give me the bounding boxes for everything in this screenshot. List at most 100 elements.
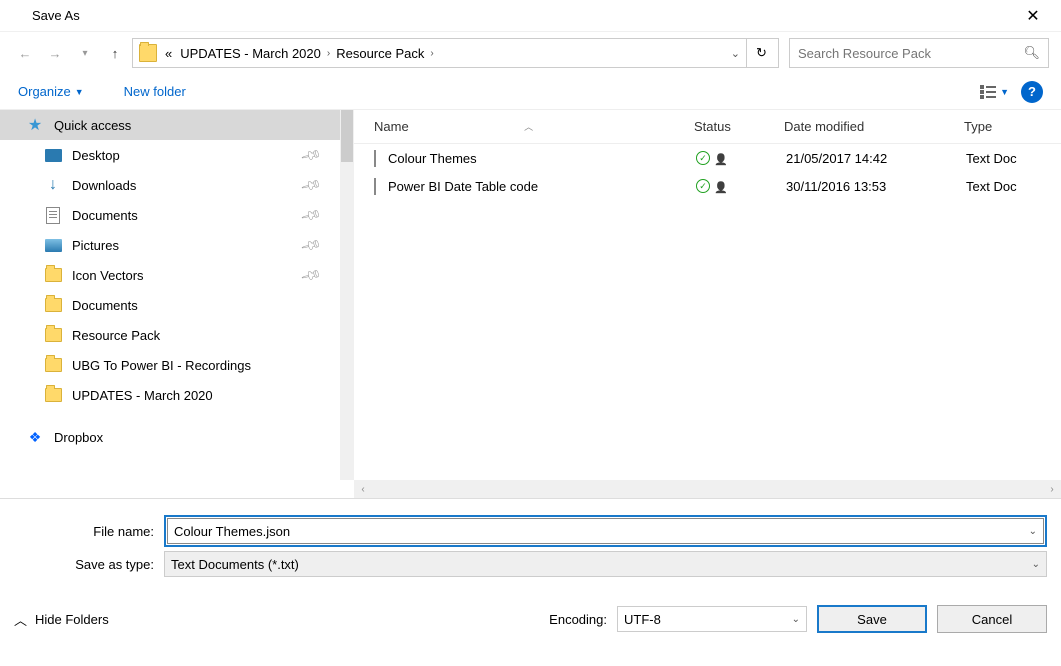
column-headers[interactable]: Name︿ Status Date modified Type	[354, 110, 1061, 144]
file-type: Text Doc	[966, 151, 1061, 166]
file-list: Name︿ Status Date modified Type Colour T…	[354, 110, 1061, 480]
breadcrumb-prefix: «	[161, 46, 176, 61]
chevron-down-icon: ⌄	[1032, 559, 1040, 570]
new-folder-button[interactable]: New folder	[124, 84, 186, 99]
tree-label: UPDATES - March 2020	[72, 388, 213, 403]
save-button[interactable]: Save	[817, 605, 927, 633]
file-status	[696, 151, 786, 166]
scroll-left-button[interactable]: ‹	[354, 484, 372, 495]
file-row[interactable]: Colour Themes 21/05/2017 14:42Text Doc	[354, 144, 1061, 172]
savetype-value: Text Documents (*.txt)	[171, 557, 299, 572]
chevron-right-icon[interactable]: ›	[325, 48, 332, 59]
file-name: Power BI Date Table code	[388, 179, 696, 194]
address-dropdown[interactable]: ⌄	[725, 47, 746, 60]
tree-label: Quick access	[54, 118, 131, 133]
tree-item[interactable]: Pictures 📌︎	[0, 230, 340, 260]
toolbar: Organize▼ New folder ▼ ?	[0, 74, 1061, 110]
up-button[interactable]: ↑	[102, 40, 128, 66]
pin-icon: 📌︎	[299, 233, 323, 257]
dropbox-node[interactable]: Dropbox	[0, 422, 340, 452]
doc-icon	[44, 206, 62, 224]
pin-icon: 📌︎	[299, 173, 323, 197]
address-bar[interactable]: « UPDATES - March 2020 › Resource Pack ›…	[132, 38, 779, 68]
tree-item[interactable]: Icon Vectors📌︎	[0, 260, 340, 290]
folder-icon	[44, 266, 62, 284]
back-button[interactable]: ←	[12, 40, 38, 66]
nav-bar: ← → ▾ ↑ « UPDATES - March 2020 › Resourc…	[0, 32, 1061, 74]
encoding-value: UTF-8	[624, 612, 661, 627]
tree-item[interactable]: Documents	[0, 290, 340, 320]
tree-label: Downloads	[72, 178, 136, 193]
tree-label: Pictures	[72, 238, 119, 253]
tree-item[interactable]: UBG To Power BI - Recordings	[0, 350, 340, 380]
window-title: Save As	[32, 8, 1013, 23]
view-icon	[980, 85, 996, 99]
column-status[interactable]: Status	[694, 119, 784, 134]
filename-input[interactable]	[174, 524, 1029, 539]
text-file-icon	[374, 151, 376, 166]
sort-indicator-icon: ︿	[429, 120, 629, 133]
refresh-button[interactable]: ↻	[746, 38, 776, 68]
shared-icon	[714, 179, 728, 194]
tree-label: Documents	[72, 298, 138, 313]
star-icon	[26, 116, 44, 134]
organize-button[interactable]: Organize▼	[18, 84, 84, 99]
column-date[interactable]: Date modified	[784, 119, 964, 134]
breadcrumb-item[interactable]: UPDATES - March 2020	[176, 46, 325, 61]
chevron-right-icon[interactable]: ›	[428, 48, 435, 59]
tree-label: Documents	[72, 208, 138, 223]
synced-icon	[696, 179, 710, 193]
file-date: 21/05/2017 14:42	[786, 151, 966, 166]
savetype-label: Save as type:	[14, 557, 164, 572]
tree-item[interactable]: Resource Pack	[0, 320, 340, 350]
file-status	[696, 179, 786, 194]
column-name[interactable]: Name︿	[374, 119, 694, 134]
tree-item[interactable]: UPDATES - March 2020	[0, 380, 340, 410]
title-bar: Save As ✕	[0, 0, 1061, 32]
cancel-button[interactable]: Cancel	[937, 605, 1047, 633]
save-panel: File name: ⌄ Save as type: Text Document…	[0, 498, 1061, 589]
breadcrumb-item[interactable]: Resource Pack	[332, 46, 428, 61]
desktop-icon	[44, 146, 62, 164]
download-icon	[44, 176, 62, 194]
folder-icon	[44, 386, 62, 404]
tree-item[interactable]: Downloads 📌︎	[0, 170, 340, 200]
forward-button[interactable]: →	[42, 40, 68, 66]
tree-item[interactable]: Desktop📌︎	[0, 140, 340, 170]
file-row[interactable]: Power BI Date Table code 30/11/2016 13:53…	[354, 172, 1061, 200]
savetype-dropdown[interactable]: Text Documents (*.txt) ⌄	[164, 551, 1047, 577]
encoding-dropdown[interactable]: UTF-8 ⌄	[617, 606, 807, 632]
search-icon[interactable]: 🔍︎	[1023, 45, 1040, 61]
folder-icon	[44, 356, 62, 374]
close-button[interactable]: ✕	[1013, 6, 1053, 26]
recent-dropdown[interactable]: ▾	[72, 40, 98, 66]
file-name: Colour Themes	[388, 151, 696, 166]
horizontal-scrollbar[interactable]: ‹ ›	[354, 480, 1061, 498]
tree-item[interactable]: Documents📌︎	[0, 200, 340, 230]
search-input[interactable]	[798, 46, 1023, 61]
filename-field[interactable]: ⌄	[167, 518, 1044, 544]
tree-label: Resource Pack	[72, 328, 160, 343]
view-options-button[interactable]: ▼	[980, 85, 1009, 99]
hide-folders-button[interactable]: ︿ Hide Folders	[14, 610, 109, 629]
dialog-footer: ︿ Hide Folders Encoding: UTF-8 ⌄ Save Ca…	[0, 589, 1061, 641]
column-type[interactable]: Type	[964, 119, 1061, 134]
text-file-icon	[374, 179, 376, 194]
sidebar-scrollbar[interactable]	[340, 110, 354, 480]
help-button[interactable]: ?	[1021, 81, 1043, 103]
encoding-label: Encoding:	[549, 612, 607, 627]
navigation-tree: Quick access Desktop📌︎ Downloads 📌︎ Documen…	[0, 110, 340, 480]
search-box[interactable]: 🔍︎	[789, 38, 1049, 68]
pin-icon: 📌︎	[299, 263, 323, 287]
file-date: 30/11/2016 13:53	[786, 179, 966, 194]
filename-label: File name:	[14, 524, 164, 539]
shared-icon	[714, 151, 728, 166]
scroll-right-button[interactable]: ›	[1043, 484, 1061, 495]
filename-dropdown-icon[interactable]: ⌄	[1029, 526, 1037, 537]
pic-icon	[44, 236, 62, 254]
chevron-up-icon: ︿	[14, 610, 27, 629]
file-type: Text Doc	[966, 179, 1061, 194]
app-icon	[8, 8, 24, 24]
quick-access-node[interactable]: Quick access	[0, 110, 340, 140]
folder-icon	[139, 44, 157, 62]
